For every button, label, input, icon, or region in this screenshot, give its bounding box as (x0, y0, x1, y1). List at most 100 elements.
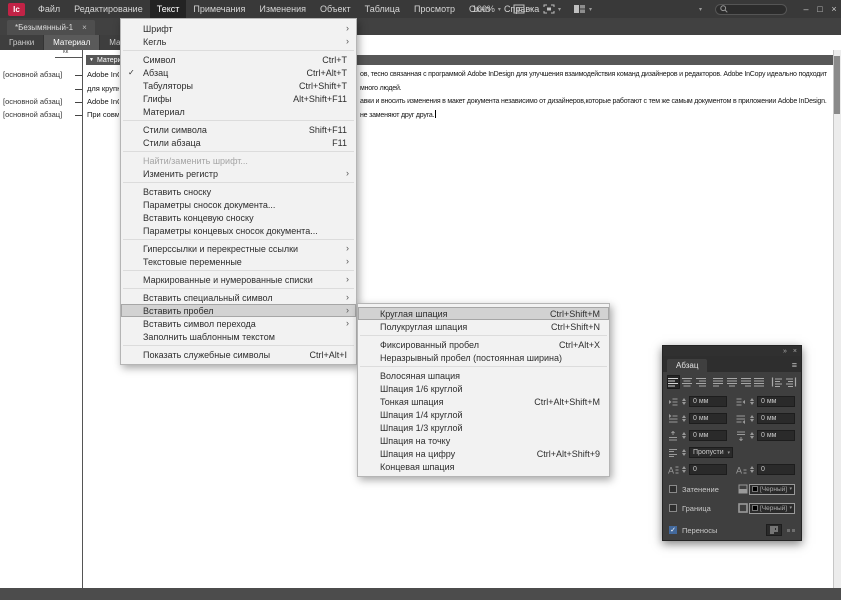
left-indent-stepper[interactable] (680, 398, 687, 405)
drop-cap-lines-field[interactable]: 0 (689, 464, 727, 475)
menu-object[interactable]: Объект (313, 0, 358, 18)
left-indent-field[interactable]: 0 мм (689, 396, 727, 407)
submenu-item-punctuation-space[interactable]: Шпация на точку (358, 434, 609, 447)
border-color-dropdown[interactable]: [Черный]▾ (749, 503, 795, 514)
galley-text-line[interactable]: авки и вносить изменения в макет докумен… (360, 97, 831, 107)
menu-file[interactable]: Файл (31, 0, 67, 18)
menu-view[interactable]: Просмотр (407, 0, 462, 18)
space-before-field[interactable]: 0 мм (689, 430, 727, 441)
galley-text-line[interactable]: Adobe InCo (87, 70, 119, 80)
align-left-button[interactable] (667, 375, 680, 389)
close-button[interactable]: × (827, 4, 841, 14)
first-line-indent-field[interactable]: 0 мм (689, 413, 727, 424)
panel-resize-grip[interactable] (787, 529, 795, 532)
align-away-from-spine-button[interactable] (784, 375, 797, 389)
galley-text-line[interactable]: не заменяют друг друга. (360, 110, 831, 121)
menu-item-character[interactable]: СимволCtrl+T (121, 53, 356, 66)
space-after-field[interactable]: 0 мм (757, 430, 795, 441)
border-checkbox[interactable] (669, 504, 677, 512)
menu-notes[interactable]: Примечания (186, 0, 252, 18)
menu-changes[interactable]: Изменения (252, 0, 313, 18)
menu-item-font[interactable]: Шрифт› (121, 22, 356, 35)
menu-item-insert-endnote[interactable]: Вставить концевую сноску (121, 211, 356, 224)
submenu-item-flush-space[interactable]: Концевая шпация (358, 460, 609, 473)
menu-item-tabs[interactable]: ТабуляторыCtrl+Shift+T (121, 79, 356, 92)
submenu-item-hair-space[interactable]: Волосяная шпация (358, 369, 609, 382)
menu-item-hyperlinks[interactable]: Гиперссылки и перекрестные ссылки› (121, 242, 356, 255)
shading-color-dropdown[interactable]: [Черный]▾ (749, 484, 795, 495)
align-toward-spine-button[interactable] (771, 375, 784, 389)
submenu-item-en-space[interactable]: Полукруглая шпацияCtrl+Shift+N (358, 320, 609, 333)
menu-item-size[interactable]: Кегль› (121, 35, 356, 48)
menu-item-change-case[interactable]: Изменить регистр› (121, 167, 356, 180)
galley-text-line[interactable]: При совмес (87, 110, 119, 120)
drop-cap-characters-stepper[interactable] (748, 466, 755, 473)
galley-text-line[interactable]: ов, тесно связанная с программой Adobe I… (360, 70, 831, 80)
galley-text-line[interactable]: Adobe InCo (87, 97, 119, 107)
menu-item-insert-white-space[interactable]: Вставить пробел› (121, 304, 356, 317)
right-indent-stepper[interactable] (748, 398, 755, 405)
menu-item-text-variables[interactable]: Текстовые переменные› (121, 255, 356, 268)
submenu-item-nonbreaking-space-fixed[interactable]: Неразрывный пробел (постоянная ширина) (358, 351, 609, 364)
galley-text-line[interactable]: для крупны (87, 84, 119, 94)
zoom-level[interactable]: 100% (472, 4, 495, 14)
menu-item-story[interactable]: Материал (121, 105, 356, 118)
menu-item-character-styles[interactable]: Стили символаShift+F11 (121, 123, 356, 136)
vertical-scrollbar[interactable] (833, 50, 841, 588)
tab-galley[interactable]: Гранки (0, 35, 44, 50)
tab-story[interactable]: Материал (44, 35, 100, 50)
menu-item-glyphs[interactable]: ГлифыAlt+Shift+F11 (121, 92, 356, 105)
collapse-triangle-icon[interactable]: ▼ (89, 57, 94, 63)
justify-last-right-button[interactable] (739, 375, 752, 389)
space-between-styles-stepper[interactable] (680, 449, 687, 456)
minimize-button[interactable]: – (799, 4, 813, 14)
view-options-button[interactable]: ▾ (513, 4, 534, 14)
submenu-item-sixth-space[interactable]: Шпация 1/6 круглой (358, 382, 609, 395)
submenu-item-quarter-space[interactable]: Шпация 1/4 круглой (358, 408, 609, 421)
first-line-indent-stepper[interactable] (680, 415, 687, 422)
panel-close-icon[interactable]: × (793, 348, 797, 355)
screen-mode-button[interactable]: ▾ (543, 4, 564, 14)
justify-all-button[interactable] (753, 375, 766, 389)
submenu-item-thin-space[interactable]: Тонкая шпацияCtrl+Alt+Shift+M (358, 395, 609, 408)
menu-item-paragraph[interactable]: ✓АбзацCtrl+Alt+T (121, 66, 356, 79)
menu-type[interactable]: Текст (150, 0, 187, 18)
menu-item-endnote-options[interactable]: Параметры концевых сносок документа... (121, 224, 356, 237)
panel-tab-paragraph[interactable]: Абзац (667, 359, 707, 372)
space-between-styles-dropdown[interactable]: Пропусти▾ (689, 447, 733, 458)
justify-last-left-button[interactable] (712, 375, 725, 389)
menu-table[interactable]: Таблица (358, 0, 407, 18)
scrollbar-thumb[interactable] (834, 56, 840, 114)
tab-close-icon[interactable]: × (82, 23, 87, 32)
workspace-chevron-icon[interactable]: ▾ (699, 6, 702, 13)
arrange-documents-button[interactable]: ▾ (573, 4, 595, 14)
submenu-item-figure-space[interactable]: Шпация на цифруCtrl+Alt+Shift+9 (358, 447, 609, 460)
submenu-item-third-space[interactable]: Шпация 1/3 круглой (358, 421, 609, 434)
galley-text-line[interactable]: много людей. (360, 84, 831, 94)
menu-item-paragraph-styles[interactable]: Стили абзацаF11 (121, 136, 356, 149)
menu-item-show-hidden-characters[interactable]: Показать служебные символыCtrl+Alt+I (121, 348, 356, 361)
submenu-item-em-space[interactable]: Круглая шпацияCtrl+Shift+M (358, 307, 609, 320)
document-tab[interactable]: *Безымянный-1 × (7, 20, 95, 35)
menu-item-insert-footnote[interactable]: Вставить сноску (121, 185, 356, 198)
shading-checkbox[interactable] (669, 485, 677, 493)
style-column-divider[interactable] (82, 50, 83, 588)
hyphenation-settings-icon[interactable] (766, 524, 782, 536)
menu-item-footnote-options[interactable]: Параметры сносок документа... (121, 198, 356, 211)
menu-item-fill-placeholder-text[interactable]: Заполнить шаблонным текстом (121, 330, 356, 343)
hyphenate-checkbox[interactable]: ✓ (669, 526, 677, 534)
menu-item-insert-special-character[interactable]: Вставить специальный символ› (121, 291, 356, 304)
right-indent-field[interactable]: 0 мм (757, 396, 795, 407)
search-input[interactable] (715, 4, 787, 15)
align-center-button[interactable] (681, 375, 694, 389)
space-after-stepper[interactable] (748, 432, 755, 439)
panel-collapse-icon[interactable]: » (783, 348, 787, 355)
menu-edit[interactable]: Редактирование (67, 0, 150, 18)
last-line-indent-stepper[interactable] (748, 415, 755, 422)
maximize-button[interactable]: □ (813, 4, 827, 14)
drop-cap-characters-field[interactable]: 0 (757, 464, 795, 475)
space-before-stepper[interactable] (680, 432, 687, 439)
drop-cap-lines-stepper[interactable] (680, 466, 687, 473)
align-right-button[interactable] (694, 375, 707, 389)
menu-item-insert-break-character[interactable]: Вставить символ перехода› (121, 317, 356, 330)
